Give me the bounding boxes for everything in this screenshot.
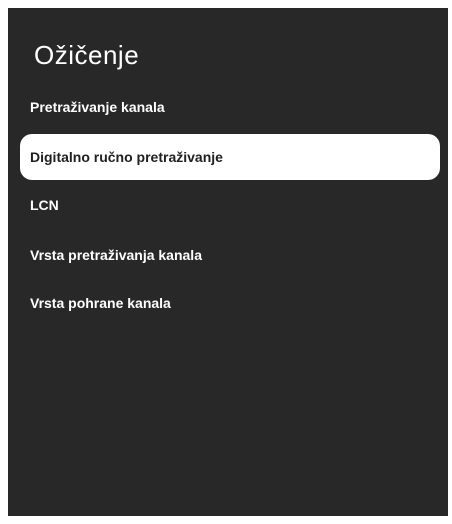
menu-item-label: Pretraživanje kanala bbox=[30, 99, 165, 115]
menu-item-channel-search-type[interactable]: Vrsta pretraživanja kanala bbox=[20, 232, 440, 278]
menu-item-channel-search[interactable]: Pretraživanje kanala bbox=[20, 84, 440, 130]
menu-item-label: LCN bbox=[30, 197, 59, 213]
menu-item-lcn[interactable]: LCN bbox=[20, 182, 440, 228]
menu-item-channel-storage-type[interactable]: Vrsta pohrane kanala bbox=[20, 280, 440, 326]
menu-item-digital-manual-search[interactable]: Digitalno ručno pretraživanje bbox=[20, 134, 440, 180]
settings-panel: Ožičenje Pretraživanje kanala Digitalno … bbox=[8, 8, 448, 516]
menu-item-label: Vrsta pohrane kanala bbox=[30, 295, 171, 311]
settings-menu: Pretraživanje kanala Digitalno ručno pre… bbox=[8, 8, 448, 516]
menu-item-label: Vrsta pretraživanja kanala bbox=[30, 247, 202, 263]
menu-item-label: Digitalno ručno pretraživanje bbox=[30, 149, 223, 165]
